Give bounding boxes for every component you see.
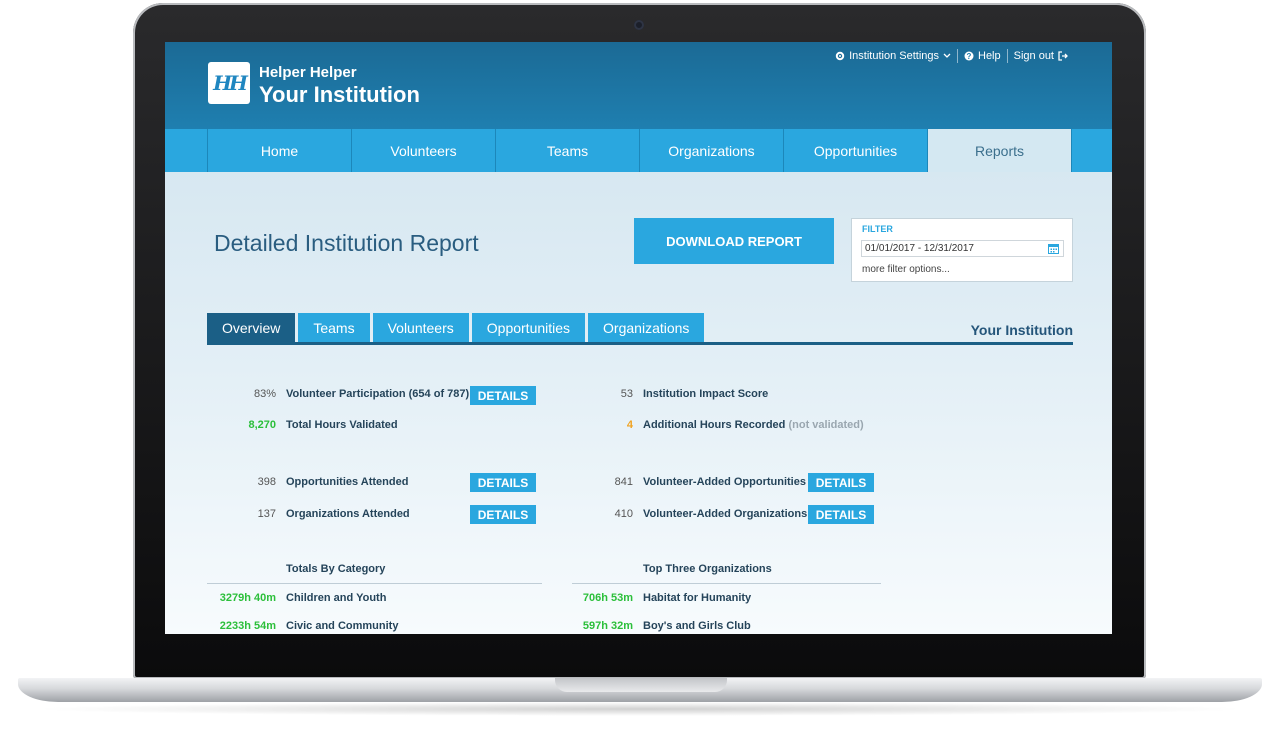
stat-value: 410 — [615, 508, 633, 520]
app-screen: HH Helper Helper Your Institution Instit… — [165, 42, 1112, 634]
subtab-volunteers[interactable]: Volunteers — [373, 313, 469, 343]
organization-row: 597h 32m Boy's and Girls Club — [643, 620, 751, 632]
stat-value: 8,270 — [248, 419, 276, 431]
opportunities-details-button[interactable]: DETAILS — [470, 473, 536, 492]
stat-label: Volunteer-Added Organizations — [643, 508, 807, 520]
svg-text:?: ? — [967, 52, 972, 61]
logo-icon[interactable]: HH — [208, 62, 250, 104]
stat-value: 841 — [615, 476, 633, 488]
brand-name: Helper Helper — [259, 64, 357, 81]
organization-row: 706h 53m Habitat for Humanity — [643, 592, 751, 604]
sign-out-link[interactable]: Sign out — [1008, 50, 1074, 62]
chevron-down-icon — [943, 53, 951, 59]
stat-impact-score: 53 Institution Impact Score — [643, 388, 768, 400]
category-row: 3279h 40m Children and Youth — [286, 592, 386, 604]
sign-out-label: Sign out — [1014, 50, 1054, 62]
top-links: Institution Settings ? Help Sign out — [829, 49, 1074, 63]
category-label: Civic and Community — [286, 620, 398, 632]
download-report-button[interactable]: DOWNLOAD REPORT — [634, 218, 834, 264]
nav-tab-home[interactable]: Home — [208, 129, 352, 172]
main-nav: Home Volunteers Teams Organizations Oppo… — [165, 129, 1112, 172]
subtabs-underline — [207, 342, 1073, 345]
category-hours: 2233h 54m — [220, 620, 276, 632]
date-range-input[interactable]: 01/01/2017 - 12/31/2017 — [861, 240, 1064, 257]
volunteer-organizations-details-button[interactable]: DETAILS — [808, 505, 874, 524]
organization-label: Boy's and Girls Club — [643, 620, 751, 632]
nav-tab-organizations[interactable]: Organizations — [640, 129, 784, 172]
help-label: Help — [978, 50, 1001, 62]
volunteer-opportunities-details-button[interactable]: DETAILS — [808, 473, 874, 492]
stat-value: 398 — [258, 476, 276, 488]
report-institution-name: Your Institution — [971, 322, 1073, 338]
category-row: 2233h 54m Civic and Community — [286, 620, 398, 632]
stat-participation: 83% Volunteer Participation (654 of 787) — [286, 388, 469, 400]
subtab-teams[interactable]: Teams — [298, 313, 369, 343]
stat-label: Additional Hours Recorded — [643, 419, 785, 431]
section-divider — [572, 583, 881, 584]
section-divider — [207, 583, 542, 584]
category-hours: 3279h 40m — [220, 592, 276, 604]
institution-name: Your Institution — [259, 82, 420, 108]
stat-label: Opportunities Attended — [286, 476, 408, 488]
stat-label: Organizations Attended — [286, 508, 410, 520]
nav-tab-reports[interactable]: Reports — [928, 129, 1072, 172]
stat-volunteer-added-organizations: 410 Volunteer-Added Organizations — [643, 508, 807, 520]
organization-hours: 597h 32m — [583, 620, 633, 632]
organizations-details-button[interactable]: DETAILS — [470, 505, 536, 524]
nav-tab-teams[interactable]: Teams — [496, 129, 640, 172]
logo-glyph: HH — [213, 71, 245, 95]
help-link[interactable]: ? Help — [958, 50, 1007, 62]
laptop-notch — [555, 678, 727, 692]
stat-label: Total Hours Validated — [286, 419, 398, 431]
subtab-overview[interactable]: Overview — [207, 313, 295, 343]
organization-label: Habitat for Humanity — [643, 592, 751, 604]
stat-value: 53 — [621, 388, 633, 400]
report-subtabs: Overview Teams Volunteers Opportunities … — [207, 313, 707, 343]
sign-out-icon — [1058, 51, 1068, 61]
category-label: Children and Youth — [286, 592, 386, 604]
stat-label: Volunteer-Added Opportunities — [643, 476, 806, 488]
subtab-organizations[interactable]: Organizations — [588, 313, 704, 343]
nav-tab-volunteers[interactable]: Volunteers — [352, 129, 496, 172]
gear-icon — [835, 51, 845, 61]
stat-value: 137 — [258, 508, 276, 520]
stat-additional-hours: 4 Additional Hours Recorded (not validat… — [643, 419, 864, 431]
nav-spacer — [165, 129, 208, 172]
more-filter-options-link[interactable]: more filter options... — [862, 264, 950, 275]
top-organizations-heading: Top Three Organizations — [643, 563, 772, 575]
question-icon: ? — [964, 51, 974, 61]
stat-opportunities-attended: 398 Opportunities Attended — [286, 476, 408, 488]
not-validated-note: (not validated) — [788, 419, 863, 431]
stat-value: 4 — [627, 419, 633, 431]
organization-hours: 706h 53m — [583, 592, 633, 604]
laptop-shadow — [30, 702, 1250, 716]
camera-icon — [634, 20, 644, 30]
institution-settings-label: Institution Settings — [849, 50, 939, 62]
stat-label: Institution Impact Score — [643, 388, 768, 400]
calendar-icon[interactable] — [1048, 243, 1059, 254]
filter-panel: FILTER 01/01/2017 - 12/31/2017 more filt… — [851, 218, 1073, 282]
filter-label: FILTER — [862, 224, 893, 234]
stat-organizations-attended: 137 Organizations Attended — [286, 508, 410, 520]
stat-label: Volunteer Participation (654 of 787) — [286, 388, 469, 400]
subtab-opportunities[interactable]: Opportunities — [472, 313, 585, 343]
date-range-value: 01/01/2017 - 12/31/2017 — [865, 243, 974, 254]
app-header: HH Helper Helper Your Institution Instit… — [165, 42, 1112, 129]
stat-value: 83% — [254, 388, 276, 400]
totals-by-category-heading: Totals By Category — [286, 563, 385, 575]
stat-volunteer-added-opportunities: 841 Volunteer-Added Opportunities — [643, 476, 806, 488]
nav-tab-opportunities[interactable]: Opportunities — [784, 129, 928, 172]
page-title: Detailed Institution Report — [214, 230, 479, 257]
stat-hours-validated: 8,270 Total Hours Validated — [286, 419, 398, 431]
participation-details-button[interactable]: DETAILS — [470, 386, 536, 405]
institution-settings-link[interactable]: Institution Settings — [829, 50, 957, 62]
